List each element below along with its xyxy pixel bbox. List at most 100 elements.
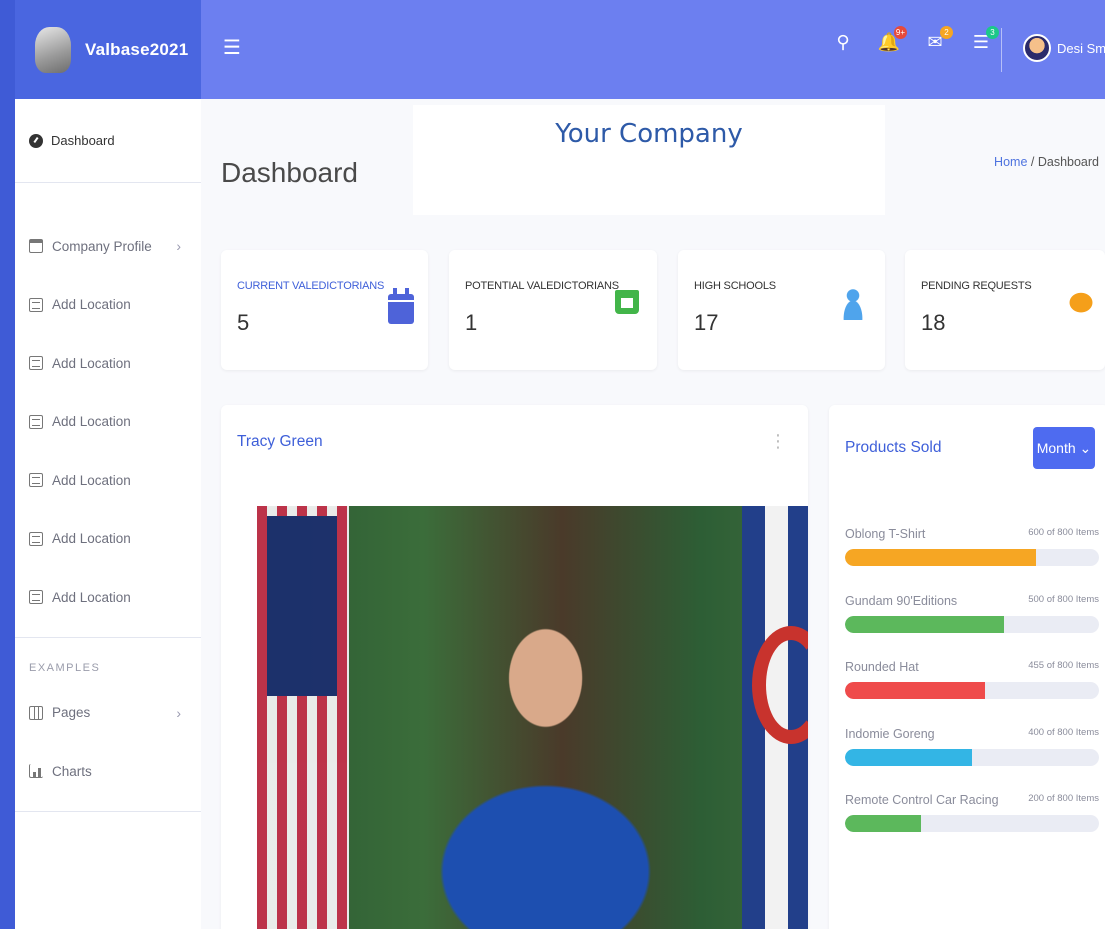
sidebar-item-label: Add Location <box>52 589 131 605</box>
sidebar-item-add-location[interactable]: Add Location <box>15 451 201 510</box>
panel-title: Tracy Green <box>237 433 323 450</box>
document-icon <box>29 531 43 546</box>
sidebar-item-label: Add Location <box>52 414 131 430</box>
stat-label: PENDING REQUESTS <box>921 280 1032 292</box>
more-options-icon[interactable]: ⋮ <box>769 431 788 452</box>
sidebar-item-label: Company Profile <box>52 238 152 254</box>
document-icon <box>29 414 43 429</box>
stat-label: POTENTIAL VALEDICTORIANS <box>465 280 619 292</box>
brand-name: Valbase2021 <box>85 39 189 59</box>
document-icon <box>29 473 43 488</box>
product-row: Gundam 90'Editions 500 of 800 Items <box>845 594 1099 633</box>
breadcrumb-home-link[interactable]: Home <box>994 155 1027 169</box>
sidebar-heading: EXAMPLES <box>29 661 101 674</box>
user-menu[interactable]: Desi Smith <box>1023 34 1105 62</box>
app-frame: Valbase2021 ☰ ⚲ 🔔 9+ ✉ 2 ☰ 3 Desi Smith … <box>15 0 1105 929</box>
area-chart-icon <box>29 764 43 779</box>
logo <box>35 26 71 73</box>
sidebar-item-add-location[interactable]: Add Location <box>15 568 201 627</box>
sidebar-item-add-location[interactable]: Add Location <box>15 393 201 452</box>
products-sold-panel: Products Sold Month ⌄ Oblong T-Shirt 600… <box>829 405 1105 929</box>
stat-card-high-schools[interactable]: HIGH SCHOOLS 17 <box>678 250 885 370</box>
breadcrumb: Home / Dashboard <box>994 155 1099 169</box>
sidebar-item-label: Charts <box>52 763 92 779</box>
stat-value: 1 <box>465 310 478 335</box>
sidebar-divider <box>15 810 201 812</box>
sidebar-item-charts[interactable]: Charts <box>15 742 201 801</box>
sidebar-item-label: Add Location <box>52 531 131 547</box>
product-count: 455 of 800 Items <box>1028 660 1099 671</box>
cart-icon <box>615 290 639 314</box>
product-count: 400 of 800 Items <box>1028 727 1099 738</box>
graduation-video[interactable] <box>257 506 808 929</box>
sidebar-item-label: Add Location <box>52 355 131 371</box>
progress-fill <box>845 749 972 766</box>
progress-track <box>845 815 1099 832</box>
colorado-flag-image <box>742 506 808 929</box>
stat-value: 17 <box>694 310 719 335</box>
chevron-right-icon: › <box>176 238 181 255</box>
sidebar-item-company-profile[interactable]: Company Profile › <box>15 217 201 276</box>
progress-track <box>845 749 1099 766</box>
progress-fill <box>845 815 922 832</box>
main-content: Your Company Dashboard Home / Dashboard … <box>201 99 1105 929</box>
product-count: 600 of 800 Items <box>1028 527 1099 538</box>
stat-value: 5 <box>237 310 250 335</box>
page-title: Dashboard <box>221 157 358 188</box>
alerts-badge: 9+ <box>893 26 907 39</box>
progress-track <box>845 616 1099 633</box>
sidebar: Dashboard Company Profile › Add Location… <box>15 99 201 929</box>
sidebar-item-label: Dashboard <box>51 133 115 148</box>
stat-card-pending-requests[interactable]: PENDING REQUESTS 18 <box>905 250 1105 370</box>
sidebar-item-label: Pages <box>52 705 91 721</box>
sidebar-item-dashboard[interactable]: Dashboard <box>15 99 201 183</box>
avatar <box>1023 34 1051 62</box>
month-dropdown-label: Month <box>1036 440 1076 456</box>
breadcrumb-separator: / <box>1030 155 1035 169</box>
stat-label: HIGH SCHOOLS <box>694 280 776 292</box>
product-row: Indomie Goreng 400 of 800 Items <box>845 727 1099 766</box>
sidebar-item-pages[interactable]: Pages › <box>15 684 201 743</box>
tasks-badge: 3 <box>986 26 999 39</box>
progress-track <box>845 549 1099 566</box>
topbar-divider <box>1001 28 1002 72</box>
topbar: ☰ ⚲ 🔔 9+ ✉ 2 ☰ 3 Desi Smith <box>201 0 1105 99</box>
sidebar-item-add-location[interactable]: Add Location <box>15 510 201 569</box>
search-icon[interactable]: ⚲ <box>831 30 855 54</box>
window-icon <box>29 239 43 254</box>
sidebar-list: Company Profile › Add Location Add Locat… <box>15 183 201 627</box>
product-row: Oblong T-Shirt 600 of 800 Items <box>845 527 1099 566</box>
stat-label: CURRENT VALEDICTORIANS <box>237 280 385 292</box>
company-name: Your Company <box>555 119 743 149</box>
envelope-icon[interactable]: ✉ 2 <box>923 26 953 54</box>
sidebar-item-add-location[interactable]: Add Location <box>15 334 201 393</box>
tachometer-icon <box>29 133 43 148</box>
product-count: 500 of 800 Items <box>1028 594 1099 605</box>
progress-fill <box>845 616 1004 633</box>
users-icon <box>836 286 870 320</box>
progress-fill <box>845 549 1036 566</box>
stat-card-potential-valedictorians[interactable]: POTENTIAL VALEDICTORIANS 1 <box>449 250 657 370</box>
month-dropdown-button[interactable]: Month ⌄ <box>1033 427 1095 469</box>
document-icon <box>29 356 43 371</box>
panel-title: Products Sold <box>845 439 942 456</box>
user-name: Desi Smith <box>1057 40 1105 56</box>
tasks-icon[interactable]: ☰ 3 <box>969 26 999 54</box>
sidebar-item-label: Add Location <box>52 297 131 313</box>
stat-card-current-valedictorians[interactable]: CURRENT VALEDICTORIANS 5 <box>221 250 428 370</box>
product-row: Remote Control Car Racing 200 of 800 Ite… <box>845 793 1099 832</box>
stat-value: 18 <box>921 310 946 335</box>
product-row: Rounded Hat 455 of 800 Items <box>845 660 1099 699</box>
chevron-right-icon: › <box>176 704 181 721</box>
sidebar-item-label: Add Location <box>52 472 131 488</box>
sidebar-item-add-location[interactable]: Add Location <box>15 276 201 335</box>
calendar-icon <box>388 288 414 324</box>
brand[interactable]: Valbase2021 <box>15 0 201 99</box>
company-banner: Your Company <box>413 105 885 215</box>
document-icon <box>29 590 43 605</box>
columns-icon <box>29 705 43 720</box>
product-count: 200 of 800 Items <box>1028 793 1099 804</box>
bell-icon[interactable]: 🔔 9+ <box>877 26 907 54</box>
topbar-icons: ⚲ 🔔 9+ ✉ 2 ☰ 3 <box>831 26 999 54</box>
menu-toggle-icon[interactable]: ☰ <box>223 38 241 58</box>
